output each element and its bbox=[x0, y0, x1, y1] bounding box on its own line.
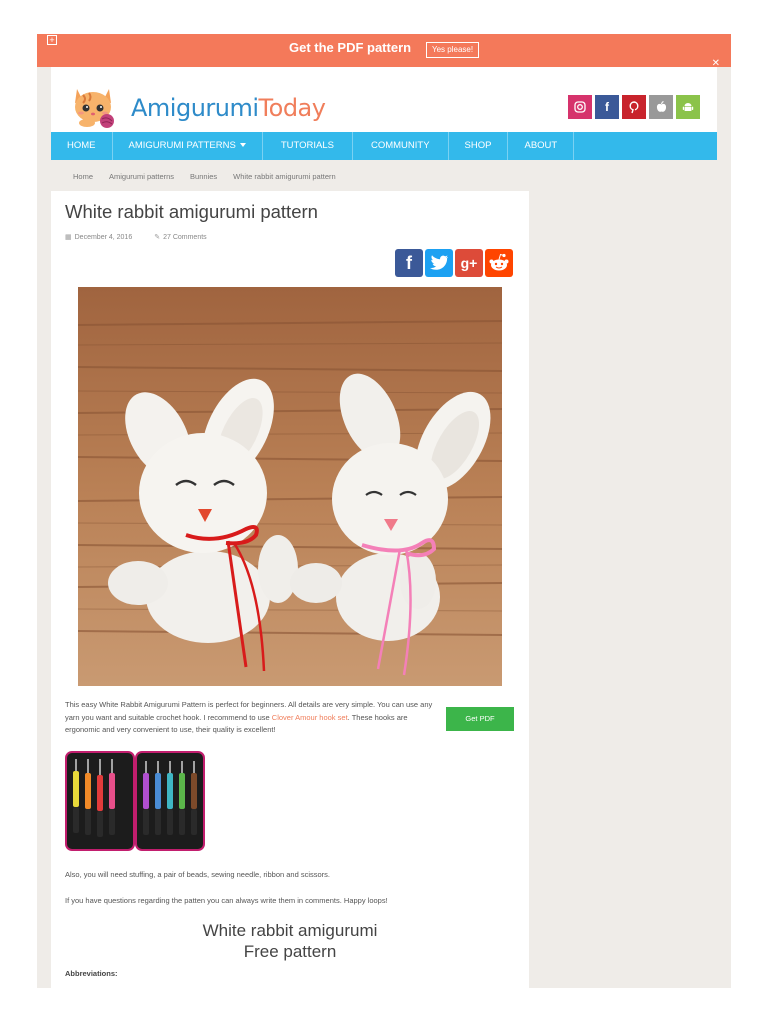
nav-community[interactable]: COMMUNITY bbox=[353, 132, 449, 160]
twitter-share-icon[interactable] bbox=[425, 249, 453, 277]
post-date-text: December 4, 2016 bbox=[74, 234, 133, 241]
nav-home[interactable]: HOME bbox=[51, 132, 113, 160]
post-comments[interactable]: ✎ 27 Comments bbox=[154, 233, 206, 241]
breadcrumb-current: White rabbit amigurumi pattern bbox=[233, 172, 336, 181]
apple-icon[interactable] bbox=[649, 95, 673, 119]
clover-amour-link[interactable]: Clover Amour hook set bbox=[272, 713, 348, 722]
expand-plus-icon[interactable]: + bbox=[47, 35, 57, 45]
logo-text-part1: Amigurumi bbox=[131, 94, 259, 122]
cat-mascot-logo-icon[interactable] bbox=[69, 83, 119, 129]
nav-amigurumi-patterns-label: AMIGURUMI PATTERNS bbox=[128, 140, 236, 151]
breadcrumb-bunnies[interactable]: Bunnies bbox=[190, 172, 217, 181]
nav-about[interactable]: ABOUT bbox=[508, 132, 575, 160]
questions-paragraph: If you have questions regarding the patt… bbox=[65, 896, 388, 905]
google-plus-share-icon[interactable]: g+ bbox=[455, 249, 483, 277]
page-frame: + Get the PDF pattern Yes please! ✕ Amig… bbox=[37, 34, 731, 988]
nav-tutorials[interactable]: TUTORIALS bbox=[263, 132, 353, 160]
breadcrumb-home[interactable]: Home bbox=[73, 172, 93, 181]
article-card: White rabbit amigurumi pattern ▦ December… bbox=[51, 191, 529, 988]
social-icons: f bbox=[568, 95, 700, 119]
pdf-promo-text: Get the PDF pattern bbox=[289, 40, 412, 55]
comments-icon: ✎ bbox=[154, 234, 161, 241]
post-date: ▦ December 4, 2016 bbox=[65, 233, 132, 241]
white-rabbit-photo bbox=[78, 287, 502, 686]
free-pattern-title-line1: White rabbit amigurumi bbox=[202, 921, 378, 940]
site-logo-text[interactable]: AmigurumiToday bbox=[131, 94, 326, 122]
breadcrumb: Home Amigurumi patterns Bunnies White ra… bbox=[73, 172, 336, 181]
nav-shop[interactable]: SHOP bbox=[449, 132, 509, 160]
main-nav: HOME AMIGURUMI PATTERNS TUTORIALS COMMUN… bbox=[51, 132, 717, 160]
post-meta: ▦ December 4, 2016 ✎ 27 Comments bbox=[65, 233, 207, 241]
chevron-down-icon bbox=[239, 143, 246, 148]
breadcrumb-amigurumi-patterns[interactable]: Amigurumi patterns bbox=[109, 172, 174, 181]
facebook-icon[interactable]: f bbox=[595, 95, 619, 119]
reddit-share-icon[interactable] bbox=[485, 249, 513, 277]
intro-paragraph: This easy White Rabbit Amigurumi Pattern… bbox=[65, 699, 437, 737]
post-comments-text: 27 Comments bbox=[163, 234, 207, 241]
pinterest-icon[interactable] bbox=[622, 95, 646, 119]
nav-amigurumi-patterns[interactable]: AMIGURUMI PATTERNS bbox=[113, 132, 263, 160]
instagram-icon[interactable] bbox=[568, 95, 592, 119]
share-buttons: f g+ bbox=[395, 249, 513, 277]
logo-text-part2: Today bbox=[258, 94, 326, 122]
get-pdf-button[interactable]: Get PDF bbox=[446, 707, 514, 731]
abbreviations-heading: Abbreviations: bbox=[65, 969, 118, 978]
crochet-hook-set-image[interactable] bbox=[65, 751, 205, 851]
free-pattern-title-line2: Free pattern bbox=[243, 942, 337, 961]
site-header: AmigurumiToday f bbox=[51, 67, 717, 132]
page-title: White rabbit amigurumi pattern bbox=[65, 201, 318, 222]
calendar-icon: ▦ bbox=[65, 234, 72, 241]
android-icon[interactable] bbox=[676, 95, 700, 119]
facebook-share-icon[interactable]: f bbox=[395, 249, 423, 277]
yes-please-button[interactable]: Yes please! bbox=[426, 42, 480, 58]
pdf-promo-bar: + Get the PDF pattern Yes please! ✕ bbox=[37, 34, 731, 69]
supplies-paragraph: Also, you will need stuffing, a pair of … bbox=[65, 870, 331, 879]
